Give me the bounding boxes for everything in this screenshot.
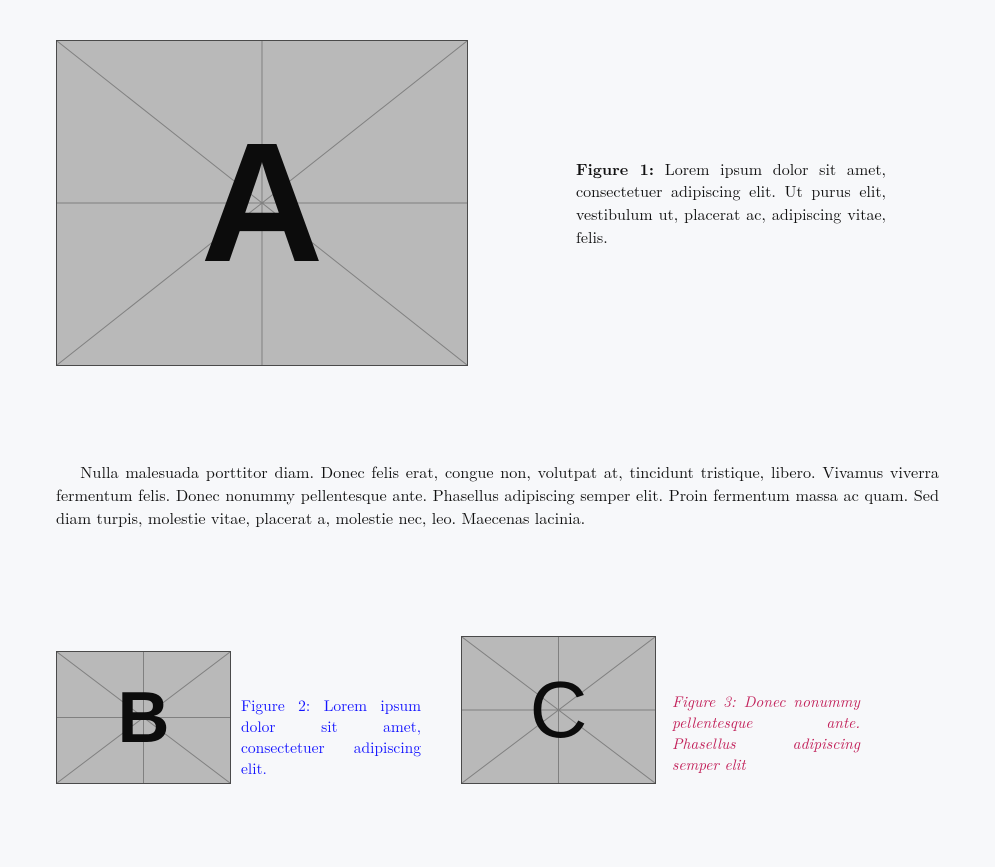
figure-3-placeholder: C [461, 636, 656, 784]
figure-2-label: Figure 2: [241, 695, 310, 716]
figure-1-caption: Figure 1: Lorem ipsum dolor sit amet, co… [576, 158, 886, 249]
figure-3-block: C Figure 3: Donec nonummy pellentesque a… [461, 636, 860, 784]
figure-3-letter: C [530, 670, 588, 750]
figure-1-placeholder: A [56, 40, 468, 366]
figure-3-label: Figure 3: [672, 691, 736, 712]
figure-2-caption: Figure 2: Lorem ipsum dolor sit amet, co… [241, 696, 421, 784]
figure-1-letter: A [201, 118, 324, 288]
figure-3-caption: Figure 3: Donec nonummy pellentesque ant… [672, 692, 860, 784]
figure-2-placeholder: B [56, 651, 231, 784]
figure-2-letter: B [118, 682, 170, 754]
body-paragraph: Nulla malesuada porttitor diam. Donec fe… [56, 460, 939, 529]
figure-1-row: A Figure 1: Lorem ipsum dolor sit amet, … [56, 40, 939, 366]
figure-1-label: Figure 1: [576, 157, 654, 180]
figure-row-2: B Figure 2: Lorem ipsum dolor sit amet, … [56, 576, 939, 784]
document-page: A Figure 1: Lorem ipsum dolor sit amet, … [0, 0, 995, 867]
